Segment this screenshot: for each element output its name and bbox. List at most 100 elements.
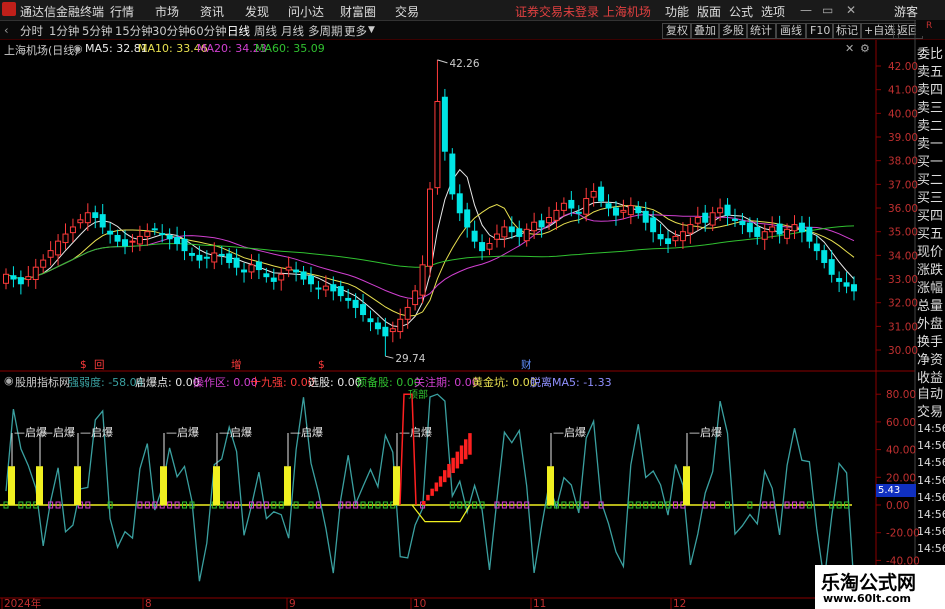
candle-body [285,266,292,271]
candle-body [486,243,493,250]
candle-body [92,212,99,218]
side-panel-trade: 自动 交易 [917,386,945,422]
side-field-11: 现价 [917,245,944,260]
strength-line [5,393,855,586]
candle-body [843,282,850,287]
qibao-label: —启爆 [290,425,323,439]
candle-body [687,224,694,234]
candle-body [538,220,545,228]
candle-body [211,252,218,263]
candle-body [345,297,352,301]
price-tick-label: 36.00 [888,203,918,215]
candle-body [672,235,679,242]
red-signal-bar [451,457,455,474]
sub-item-7: 黄金坑: 0.00 [472,376,537,389]
qibao-bar [547,466,554,505]
candle-body [798,222,805,233]
candle-body [531,221,538,232]
price-tick-label: 40.00 [888,108,918,120]
candle-body [784,228,791,239]
candle-body [516,228,523,237]
candle-body [226,253,233,263]
sub-name[interactable]: 股朋指标网 [15,374,70,390]
candle-body [427,188,433,267]
candle-body [471,230,478,242]
side-field-9: 买四 [917,209,944,224]
candle-body [702,212,709,223]
sub-current-value: 5.43 [876,484,916,497]
candle-body [188,252,195,256]
candle-body [739,220,746,226]
candle-body [501,226,508,238]
candle-body [404,306,411,320]
candle-body [166,234,173,240]
date-label: 12 [673,598,686,609]
qibao-label: —启爆 [399,425,432,439]
side-time-5: 14:56 [917,508,945,522]
candle-body [3,273,9,284]
candle-body [598,186,605,202]
sub-tick-label: 80.00 [886,389,916,401]
sub-item-4: 选股: 0.00 [308,376,362,389]
red-signal-bar [464,439,468,460]
red-signal-bar [455,451,460,469]
qibao-label: —启爆 [42,425,75,439]
qibao-label: —启爆 [80,425,113,439]
candle-body [761,231,768,240]
side-field-0: 委比 [917,47,944,62]
side-field-3: 卖三 [917,101,944,116]
red-signal-bar [426,494,430,501]
candle-body [129,240,136,243]
candle-body [754,226,761,237]
watermark-title: 乐淘公式网 [821,572,917,594]
candle-body [337,286,344,297]
candle-body [441,96,448,152]
side-field-17: 净资 [917,353,944,368]
candle-body [657,234,664,240]
candle-body [263,273,270,278]
candle-body [412,290,419,306]
candle-body [635,206,642,214]
price-tick-label: 38.00 [888,156,918,168]
candle-body [397,318,404,333]
side-field-13: 涨幅 [917,281,944,296]
date-label: 8 [145,598,152,609]
candle-body [374,322,381,330]
watermark-url: www.60lt.com [823,592,912,605]
candle-body [449,153,456,195]
price-tick-label: 35.00 [888,227,918,239]
side-field-7: 买二 [917,173,944,188]
candle-body [307,275,314,285]
candle-body [620,209,627,213]
candle-body [233,257,240,268]
qibao-bar [36,466,43,505]
side-header: R [916,20,945,36]
candle-body [746,222,753,233]
candle-body [300,271,307,280]
candle-body [10,275,17,280]
qibao-label: —启爆 [553,425,586,439]
candle-body [493,233,500,240]
candle-body [546,216,553,224]
side-field-1: 卖五 [917,65,944,80]
candle-body [650,217,657,233]
candle-body [270,277,277,282]
sub-settings-icon[interactable]: ◉ [4,374,14,387]
candle-body [278,273,285,281]
price-tick-label: 39.00 [888,132,918,144]
candle-body [181,238,188,252]
sub-item-2: 操作区: 0.00 [193,376,258,389]
qibao-label: —启爆 [166,425,199,439]
candle-body [40,259,47,268]
sub-tick-label: 20.00 [886,472,916,484]
candle-body [360,304,367,316]
side-field-10: 买五 [917,227,944,242]
side-field-5: 卖一 [917,137,944,152]
watermark: 乐淘公式网 www.60lt.com [815,565,945,609]
candle-body [479,242,486,252]
candle-body [464,209,471,228]
price-tick-label: 41.00 [888,85,918,97]
candle-body [627,205,634,216]
candle-body [612,207,619,216]
candle-body [836,278,843,282]
